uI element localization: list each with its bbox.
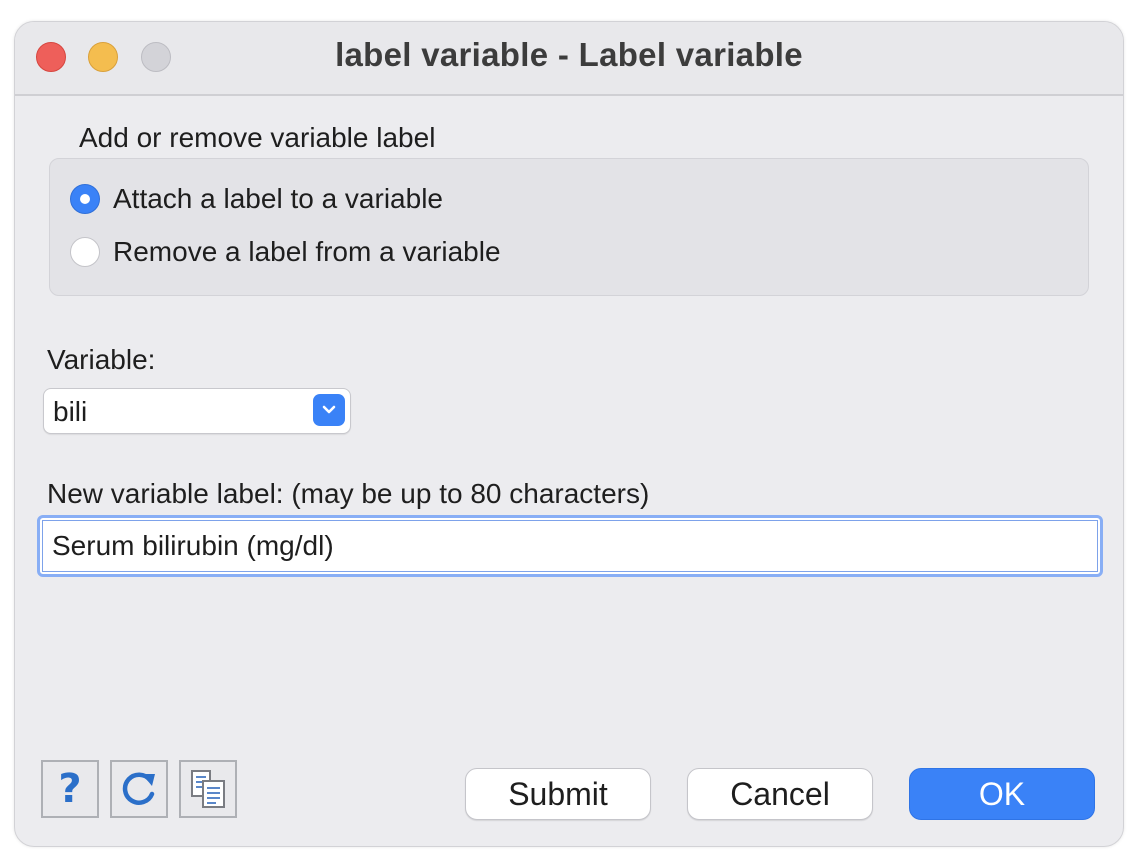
radio-selected-indicator[interactable] xyxy=(70,184,100,214)
radio-remove-label-text: Remove a label from a variable xyxy=(113,236,501,267)
variable-select-value: bili xyxy=(53,396,88,427)
chevron-down-icon[interactable] xyxy=(313,394,345,426)
ok-button[interactable]: OK xyxy=(909,768,1095,820)
label-action-group: Attach a label to a variable Remove a la… xyxy=(49,158,1089,296)
window-title: label variable - Label variable xyxy=(335,36,803,73)
cancel-button[interactable]: Cancel xyxy=(687,768,873,820)
variable-select[interactable]: bili xyxy=(43,388,351,434)
submit-button[interactable]: Submit xyxy=(465,768,651,820)
radio-remove-label[interactable]: Remove a label from a variable xyxy=(70,236,501,268)
help-button[interactable]: ? xyxy=(41,760,99,818)
refresh-icon xyxy=(122,772,155,805)
reset-button[interactable] xyxy=(110,760,168,818)
radio-attach-label[interactable]: Attach a label to a variable xyxy=(70,183,443,215)
new-variable-label-input[interactable] xyxy=(42,520,1098,572)
group-label: Add or remove variable label xyxy=(79,122,436,153)
new-variable-label-caption: New variable label: (may be up to 80 cha… xyxy=(47,478,650,509)
radio-attach-label-text: Attach a label to a variable xyxy=(113,183,443,214)
copy-command-button[interactable] xyxy=(179,760,237,818)
radio-unselected-indicator[interactable] xyxy=(70,237,100,267)
title-bar: label variable - Label variable xyxy=(15,22,1123,96)
dialog-window: label variable - Label variable Add or r… xyxy=(14,21,1124,847)
copy-command-icon xyxy=(191,770,225,808)
variable-label: Variable: xyxy=(47,344,156,375)
question-mark-icon: ? xyxy=(58,766,82,812)
new-label-focus-ring xyxy=(37,515,1103,577)
